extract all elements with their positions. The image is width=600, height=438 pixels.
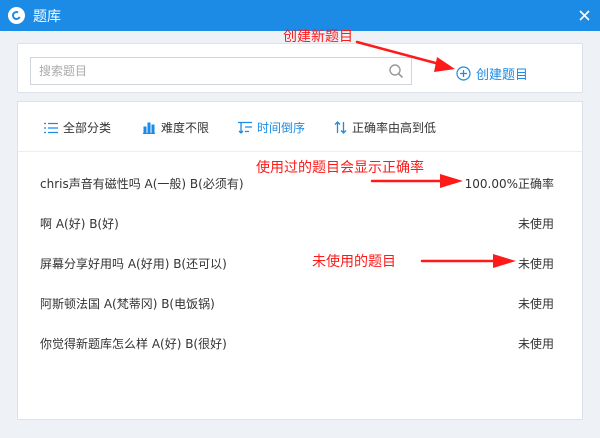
question-status: 100.00%正确率 xyxy=(464,176,554,191)
create-question-button[interactable]: 创建题目 xyxy=(456,64,528,83)
question-row[interactable]: 阿斯顿法国 A(梵蒂冈) B(电饭锅) 未使用 xyxy=(18,283,582,323)
question-row[interactable]: 啊 A(好) B(好) 未使用 xyxy=(18,203,582,243)
filter-category[interactable]: 全部分类 xyxy=(44,119,111,136)
filter-difficulty-label: 难度不限 xyxy=(161,121,210,135)
sort-time-icon xyxy=(238,121,252,134)
filter-accuracy-order[interactable]: 正确率由高到低 xyxy=(334,119,436,136)
filter-category-label: 全部分类 xyxy=(63,121,112,135)
sort-arrows-icon xyxy=(334,121,347,134)
filter-bar: 全部分类 难度不限 时间倒序 正确率由高到低 xyxy=(18,102,582,152)
question-title: 你觉得新题库怎么样 A(好) B(很好) xyxy=(40,336,227,351)
question-title: 阿斯顿法国 A(梵蒂冈) B(电饭锅) xyxy=(40,296,215,311)
bar-chart-icon xyxy=(143,122,155,134)
question-status: 未使用 xyxy=(517,216,554,231)
annotation-unused: 未使用的题目 xyxy=(312,254,396,270)
question-title: 屏幕分享好用吗 A(好用) B(还可以) xyxy=(40,256,227,271)
window-title: 题库 xyxy=(33,8,61,25)
question-title: 啊 A(好) B(好) xyxy=(40,216,119,231)
app-logo-icon xyxy=(8,7,25,24)
search-input[interactable] xyxy=(39,61,379,81)
question-row[interactable]: 你觉得新题库怎么样 A(好) B(很好) 未使用 xyxy=(18,323,582,363)
create-question-label: 创建题目 xyxy=(476,68,529,83)
filter-difficulty[interactable]: 难度不限 xyxy=(142,119,209,136)
search-panel: 创建题目 xyxy=(17,43,583,93)
annotation-arrow-used xyxy=(370,174,463,188)
close-button[interactable] xyxy=(574,5,594,25)
annotation-arrow-unused xyxy=(420,254,516,268)
question-status: 未使用 xyxy=(517,296,554,311)
filter-time-order-label: 时间倒序 xyxy=(257,121,306,135)
question-status: 未使用 xyxy=(517,336,554,351)
annotation-create: 创建新题目 xyxy=(283,29,353,45)
filter-time-order[interactable]: 时间倒序 xyxy=(238,119,305,136)
question-title: chris声音有磁性吗 A(一般) B(必须有) xyxy=(40,176,244,191)
question-status: 未使用 xyxy=(517,256,554,271)
filter-accuracy-order-label: 正确率由高到低 xyxy=(352,121,437,135)
list-icon xyxy=(44,122,58,133)
close-icon xyxy=(578,9,590,21)
annotation-arrow-create xyxy=(355,40,455,72)
